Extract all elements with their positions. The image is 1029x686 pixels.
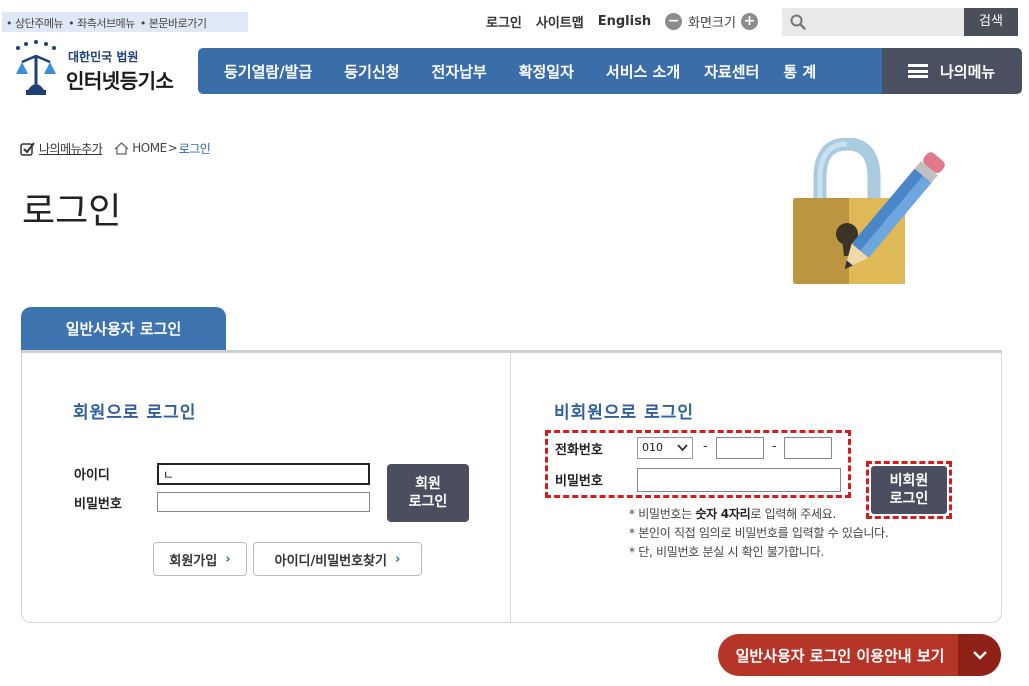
phone-prefix-select[interactable]: 010: [637, 437, 693, 459]
zoom-out-button[interactable]: −: [665, 12, 683, 30]
search-button[interactable]: 검색: [964, 8, 1018, 36]
panel-divider: [510, 353, 511, 622]
add-my-menu-link[interactable]: 나의메뉴추가: [20, 140, 103, 157]
site-logo[interactable]: 대한민국 법원 인터넷등기소: [8, 40, 188, 102]
login-guide-button[interactable]: 일반사용자 로그인 이용안내 보기: [718, 634, 1001, 676]
zoom-in-button[interactable]: +: [740, 12, 758, 30]
page-title: 로그인: [22, 191, 122, 232]
phone-prefix-value: 010: [642, 441, 663, 454]
my-menu-button[interactable]: 나의메뉴: [882, 48, 1022, 94]
login-guide-label: 일반사용자 로그인 이용안내 보기: [735, 646, 945, 665]
member-login-line1: 회원: [415, 476, 441, 492]
tab-general-user-login[interactable]: 일반사용자 로그인: [21, 307, 226, 352]
skip-navigation: • 상단주메뉴 • 좌측서브메뉴 • 본문바로가기: [2, 12, 248, 32]
hamburger-icon: [908, 64, 928, 78]
phone-dash-1: -: [703, 439, 708, 454]
skip-link-content[interactable]: • 본문바로가기: [140, 17, 207, 30]
note-self-password: * 본인이 직접 임의로 비밀번호를 입력할 수 있습니다.: [629, 526, 889, 540]
add-my-menu-label: 나의메뉴추가: [39, 141, 103, 156]
skip-link-top-menu[interactable]: • 상단주메뉴: [6, 17, 64, 30]
search-icon: [790, 14, 806, 30]
join-label: 회원가입: [169, 553, 218, 569]
breadcrumb-home-label: HOME: [132, 141, 167, 155]
breadcrumb-separator: >: [167, 141, 178, 155]
phone-last-input[interactable]: [784, 437, 832, 459]
lock-pencil-icon: [793, 138, 945, 284]
nav-item-data-center[interactable]: 자료센터: [704, 61, 759, 82]
zoom-control: − 화면크기 +: [665, 12, 758, 31]
breadcrumb-home[interactable]: HOME: [114, 141, 167, 155]
member-login-heading: 회원으로 로그인: [73, 403, 197, 423]
phone-dash-2: -: [772, 439, 777, 454]
find-id-password-button[interactable]: 아이디/비밀번호찾기 ›: [253, 542, 422, 576]
sitemap-link[interactable]: 사이트맵: [536, 12, 584, 31]
nav-item-fixed-date[interactable]: 확정일자: [519, 61, 574, 82]
skip-link-left-menu[interactable]: • 좌측서브메뉴: [68, 17, 135, 30]
utility-links: 로그인 사이트맵 English − 화면크기 +: [486, 11, 758, 31]
logo-subtitle: 대한민국 법원: [68, 50, 139, 64]
nav-item-registry-view[interactable]: 등기열람/발급: [224, 61, 312, 82]
find-id-password-label: 아이디/비밀번호찾기: [274, 553, 388, 569]
join-button[interactable]: 회원가입 ›: [153, 542, 247, 576]
search-input[interactable]: [814, 12, 958, 32]
zoom-label: 화면크기: [688, 15, 736, 31]
note-no-recovery: * 단, 비밀번호 분실 시 확인 불가합니다.: [629, 545, 824, 559]
nav-item-service-intro[interactable]: 서비스 소개: [606, 61, 680, 82]
chevron-right-icon: ›: [395, 551, 401, 567]
logo-title: 인터넷등기소: [66, 69, 174, 93]
nonmember-login-heading: 비회원으로 로그인: [554, 403, 695, 423]
phone-middle-input[interactable]: [716, 437, 764, 459]
password-label: 비밀번호: [74, 497, 122, 512]
chevron-right-icon: ›: [225, 551, 231, 567]
chevron-down-icon: [677, 444, 688, 452]
note-password-digits: * 비밀번호는 숫자 4자리로 입력해 주세요.: [629, 507, 837, 521]
password-input[interactable]: [157, 492, 370, 512]
nav-item-statistics[interactable]: 통 계: [783, 61, 816, 82]
nonmember-login-line1: 비회원: [889, 473, 929, 489]
home-icon: [114, 141, 129, 155]
member-login-line2: 로그인: [408, 494, 448, 510]
login-link[interactable]: 로그인: [486, 12, 522, 31]
member-login-button[interactable]: 회원 로그인: [387, 464, 469, 522]
main-navigation: 등기열람/발급 등기신청 전자납부 확정일자 서비스 소개 자료센터 통 계: [198, 48, 882, 94]
nonmember-password-label: 비밀번호: [555, 474, 603, 489]
id-input[interactable]: [157, 463, 370, 485]
chevron-down-icon: [958, 634, 1001, 676]
checkbox-check-icon: [20, 141, 35, 156]
court-emblem-icon: [16, 40, 56, 95]
nonmember-notes: * 비밀번호는 숫자 4자리로 입력해 주세요. * 본인이 직접 임의로 비밀…: [629, 505, 889, 562]
login-panel: [21, 353, 1002, 623]
search-box: [782, 8, 964, 36]
nav-item-e-payment[interactable]: 전자납부: [431, 61, 486, 82]
nav-item-registry-apply[interactable]: 등기신청: [344, 61, 399, 82]
breadcrumb-current: 로그인: [178, 141, 211, 156]
my-menu-label: 나의메뉴: [940, 62, 996, 81]
phone-label: 전화번호: [555, 443, 603, 458]
english-link[interactable]: English: [598, 14, 651, 29]
breadcrumb: 나의메뉴추가 HOME > 로그인: [20, 138, 211, 158]
nonmember-password-input[interactable]: [637, 468, 841, 492]
id-label: 아이디: [74, 468, 110, 483]
